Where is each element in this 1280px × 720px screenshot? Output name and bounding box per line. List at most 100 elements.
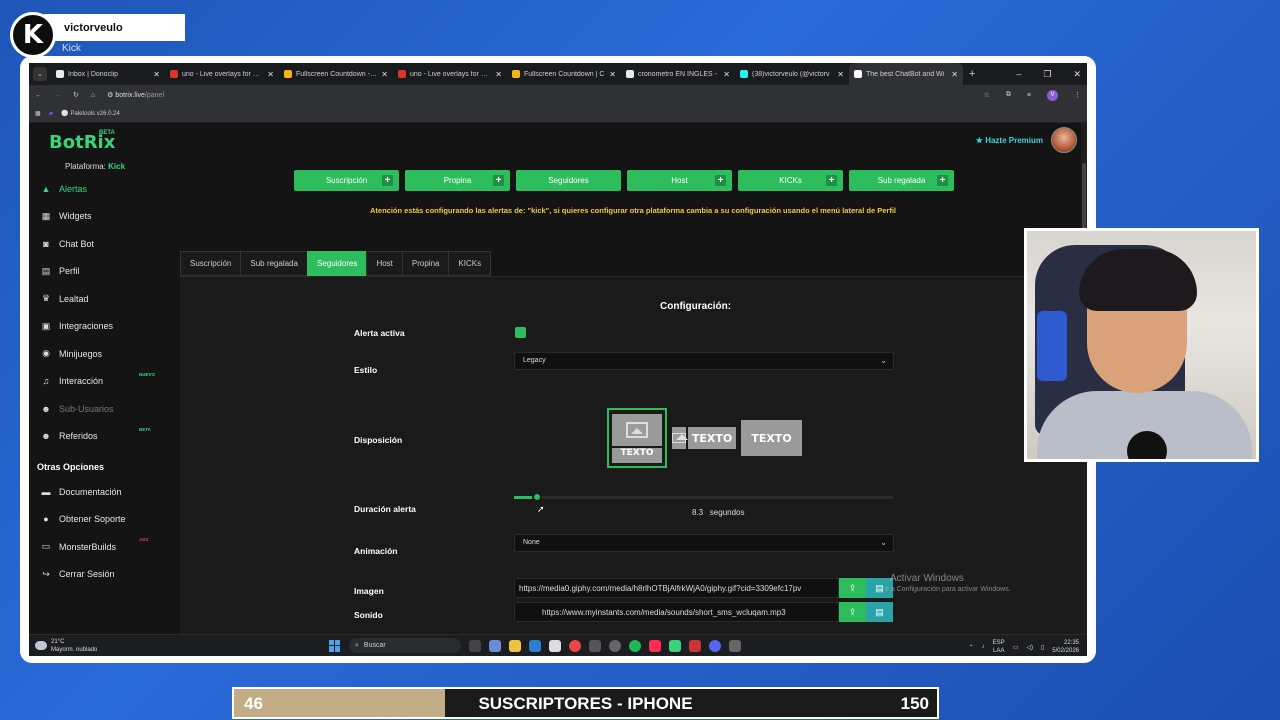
sidebar-item-documentaci-n[interactable]: ▬ Documentación <box>39 478 179 506</box>
duration-slider[interactable] <box>514 492 894 502</box>
volume-icon[interactable]: ◁) <box>1026 644 1033 651</box>
bookmark-star-icon[interactable]: ☆ <box>984 91 990 99</box>
sidebar-item-perfil[interactable]: ▤ Perfil <box>39 258 179 286</box>
windows-start-icon[interactable] <box>329 639 341 652</box>
add-icon[interactable]: + <box>826 175 837 186</box>
spotify-icon[interactable] <box>629 639 641 652</box>
subtab-suscripci-n[interactable]: Suscripción <box>180 251 241 276</box>
alert-type-button[interactable]: Suscripción + <box>294 170 399 191</box>
tab-close-icon[interactable]: ✕ <box>951 70 958 79</box>
subtab-kicks[interactable]: KICKs <box>448 251 492 276</box>
browser-tab[interactable]: uno - Live overlays for stre ✕ <box>165 63 279 85</box>
sidebar-item-monsterbuilds[interactable]: ▭ MonsterBuilds ADS <box>39 533 179 561</box>
close-window-icon[interactable]: ✕ <box>1073 69 1081 80</box>
task-view-icon[interactable] <box>469 639 481 652</box>
network-icon[interactable]: ▭ <box>1013 644 1019 651</box>
alert-type-button[interactable]: Propina + <box>405 170 510 191</box>
extensions-icon[interactable]: ⧉ <box>1006 91 1011 99</box>
image-url-input[interactable]: https://media0.giphy.com/media/h8rlhOTBj… <box>514 578 839 598</box>
style-select[interactable]: Legacy ⌄ <box>514 352 894 370</box>
tab-close-icon[interactable]: ✕ <box>495 70 502 79</box>
url-field[interactable]: ⚙ botrix.live/panel <box>107 91 164 99</box>
add-icon[interactable]: + <box>715 175 726 186</box>
tab-close-icon[interactable]: ✕ <box>837 70 844 79</box>
sidebar-item-lealtad[interactable]: ♛ Lealtad <box>39 285 179 313</box>
taskbar-search[interactable]: ⌕ Buscar <box>349 638 461 653</box>
browser-menu-icon[interactable]: ⋮ <box>1074 91 1081 99</box>
apps-icon[interactable]: ▦ <box>35 110 41 117</box>
capcut-icon[interactable] <box>689 639 701 652</box>
layout-option-image-top[interactable]: TEXTO <box>607 408 667 468</box>
obs-icon[interactable] <box>609 639 621 652</box>
sidebar-item-alertas[interactable]: ▲ Alertas <box>39 175 179 203</box>
user-avatar[interactable] <box>1051 127 1077 153</box>
copilot-icon[interactable] <box>489 639 501 652</box>
alert-type-button[interactable]: Host + <box>627 170 732 191</box>
sidebar-item-cerrar-sesi-n[interactable]: ↪ Cerrar Sesión <box>39 561 179 589</box>
profile-avatar[interactable]: V <box>1047 89 1058 101</box>
sound-url-input[interactable]: https://www.myinstants.com/media/sounds/… <box>514 602 839 622</box>
upload-image-button[interactable]: ⇪ <box>839 578 866 598</box>
sidebar-item-chat-bot[interactable]: ◙ Chat Bot <box>39 230 179 258</box>
sidebar-item-widgets[interactable]: ▦ Widgets <box>39 203 179 231</box>
clock[interactable]: 22:35 5/02/2026 <box>1052 639 1079 655</box>
tray-chevron-icon[interactable]: ⌃ <box>969 644 974 651</box>
discord-icon[interactable] <box>709 639 721 652</box>
file-explorer-icon[interactable] <box>509 639 521 652</box>
minimize-icon[interactable]: – <box>1016 69 1021 80</box>
sidebar-item-obtener-soporte[interactable]: ● Obtener Soporte <box>39 506 179 534</box>
browser-tab[interactable]: Fullscreen Countdown | C ✕ <box>507 63 621 85</box>
sidebar-item-interacci-n[interactable]: ♫ Interacción NUEVO <box>39 368 179 396</box>
browser-tab[interactable]: The best ChatBot and Wi ✕ <box>849 63 963 85</box>
bookmark-item[interactable]: ⚪ Paletools v26.0.24 <box>61 110 120 117</box>
premium-link[interactable]: ★ Hazte Premium <box>976 136 1043 145</box>
subtab-host[interactable]: Host <box>366 251 402 276</box>
browser-tab[interactable]: cronometro EN INGLES - ✕ <box>621 63 735 85</box>
back-icon[interactable]: ← <box>35 92 42 99</box>
layout-option-image-left[interactable]: TEXTO <box>671 425 737 451</box>
customize-icon[interactable]: ≡ <box>1027 92 1031 99</box>
alert-active-checkbox[interactable] <box>515 327 526 338</box>
sidebar-item-sub-usuarios[interactable]: ☻ Sub-Usuarios <box>39 395 179 423</box>
browser-tab[interactable]: uno - Live overlays for stre ✕ <box>393 63 507 85</box>
app-icon[interactable] <box>669 639 681 652</box>
browser-tab[interactable]: Inbox | Donoclip ✕ <box>51 63 165 85</box>
tab-close-icon[interactable]: ✕ <box>267 70 274 79</box>
animation-select[interactable]: None ⌄ <box>514 534 894 552</box>
twitch-bookmark-icon[interactable]: ▰ <box>49 110 54 117</box>
subtab-propina[interactable]: Propina <box>401 251 449 276</box>
upload-sound-button[interactable]: ⇪ <box>839 602 866 622</box>
new-tab-button[interactable]: + <box>969 68 975 80</box>
maximize-icon[interactable]: ❐ <box>1043 69 1051 80</box>
alert-type-button[interactable]: KICKs + <box>738 170 843 191</box>
add-icon[interactable]: + <box>382 175 393 186</box>
alert-type-button[interactable]: Seguidores <box>516 170 621 191</box>
weather-widget[interactable]: 21°C Mayorm. nublado <box>35 638 97 654</box>
browser-tab[interactable]: Fullscreen Countdown - O ✕ <box>279 63 393 85</box>
alert-type-button[interactable]: Sub regalada + <box>849 170 954 191</box>
duration-slider-handle[interactable] <box>531 492 542 502</box>
calendar-icon[interactable] <box>589 639 601 652</box>
chrome-icon[interactable] <box>569 639 581 652</box>
edge-icon[interactable] <box>529 639 541 652</box>
add-icon[interactable]: + <box>937 175 948 186</box>
store-icon[interactable] <box>549 639 561 652</box>
site-info-icon[interactable]: ⚙ <box>107 92 113 99</box>
subtab-sub-regalada[interactable]: Sub regalada <box>240 251 307 276</box>
battery-icon[interactable]: ▯ <box>1041 644 1044 651</box>
tab-search-icon[interactable]: ⌄ <box>33 67 47 81</box>
terminal-icon[interactable] <box>729 639 741 652</box>
sidebar-item-minijuegos[interactable]: ◉ Minijuegos <box>39 340 179 368</box>
tab-close-icon[interactable]: ✕ <box>723 70 730 79</box>
tab-close-icon[interactable]: ✕ <box>609 70 616 79</box>
tiktok-icon[interactable] <box>649 639 661 652</box>
gallery-sound-button[interactable]: ▤ <box>866 602 893 622</box>
sidebar-item-referidos[interactable]: ☻ Referidos BETA <box>39 423 179 451</box>
subtab-seguidores[interactable]: Seguidores <box>306 251 367 276</box>
add-icon[interactable]: + <box>493 175 504 186</box>
language-indicator[interactable]: ESP LAA <box>993 639 1005 655</box>
reload-icon[interactable]: ↻ <box>73 91 79 99</box>
sidebar-item-integraciones[interactable]: ▣ Integraciones <box>39 313 179 341</box>
tab-close-icon[interactable]: ✕ <box>153 70 160 79</box>
layout-option-overlay[interactable]: TEXTO <box>741 420 802 456</box>
